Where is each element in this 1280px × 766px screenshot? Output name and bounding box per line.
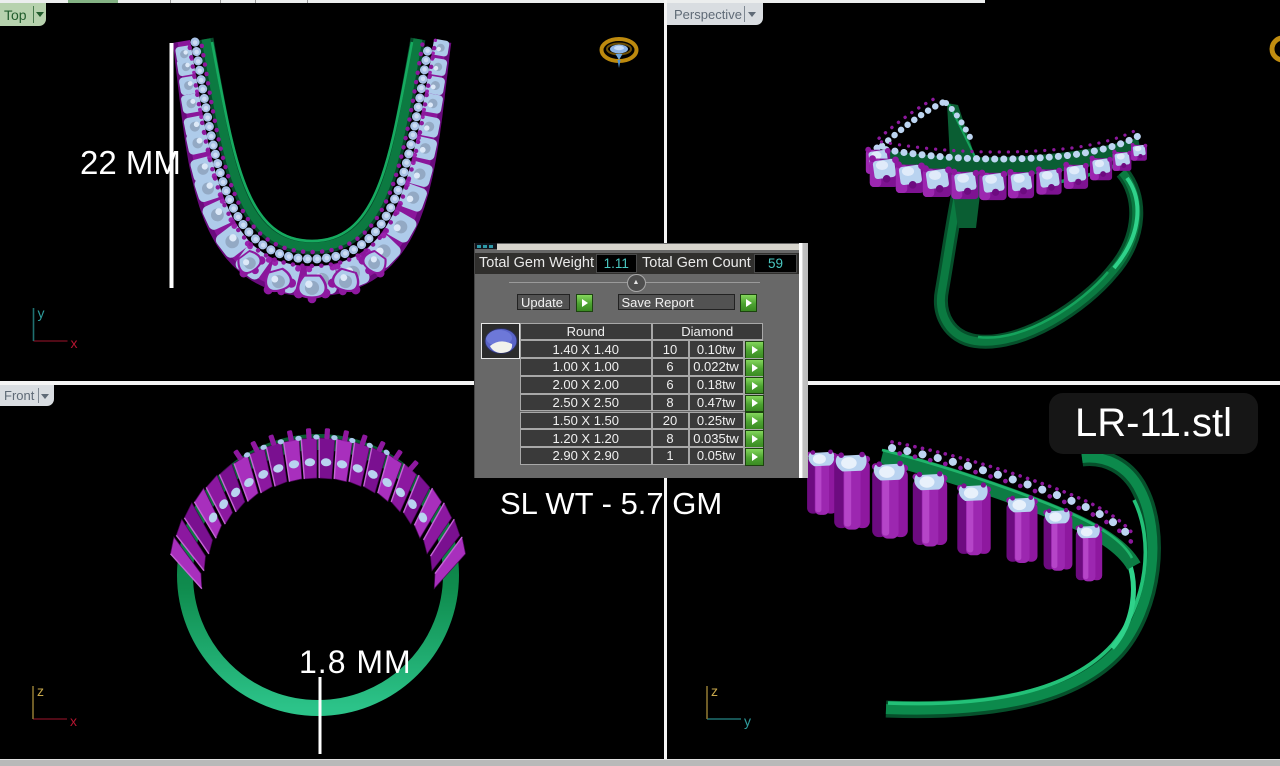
svg-text:x: x — [71, 335, 78, 351]
svg-text:z: z — [711, 683, 718, 699]
svg-text:z: z — [37, 683, 44, 699]
svg-text:x: x — [70, 713, 77, 729]
svg-text:y: y — [38, 305, 45, 321]
svg-text:y: y — [744, 713, 751, 729]
